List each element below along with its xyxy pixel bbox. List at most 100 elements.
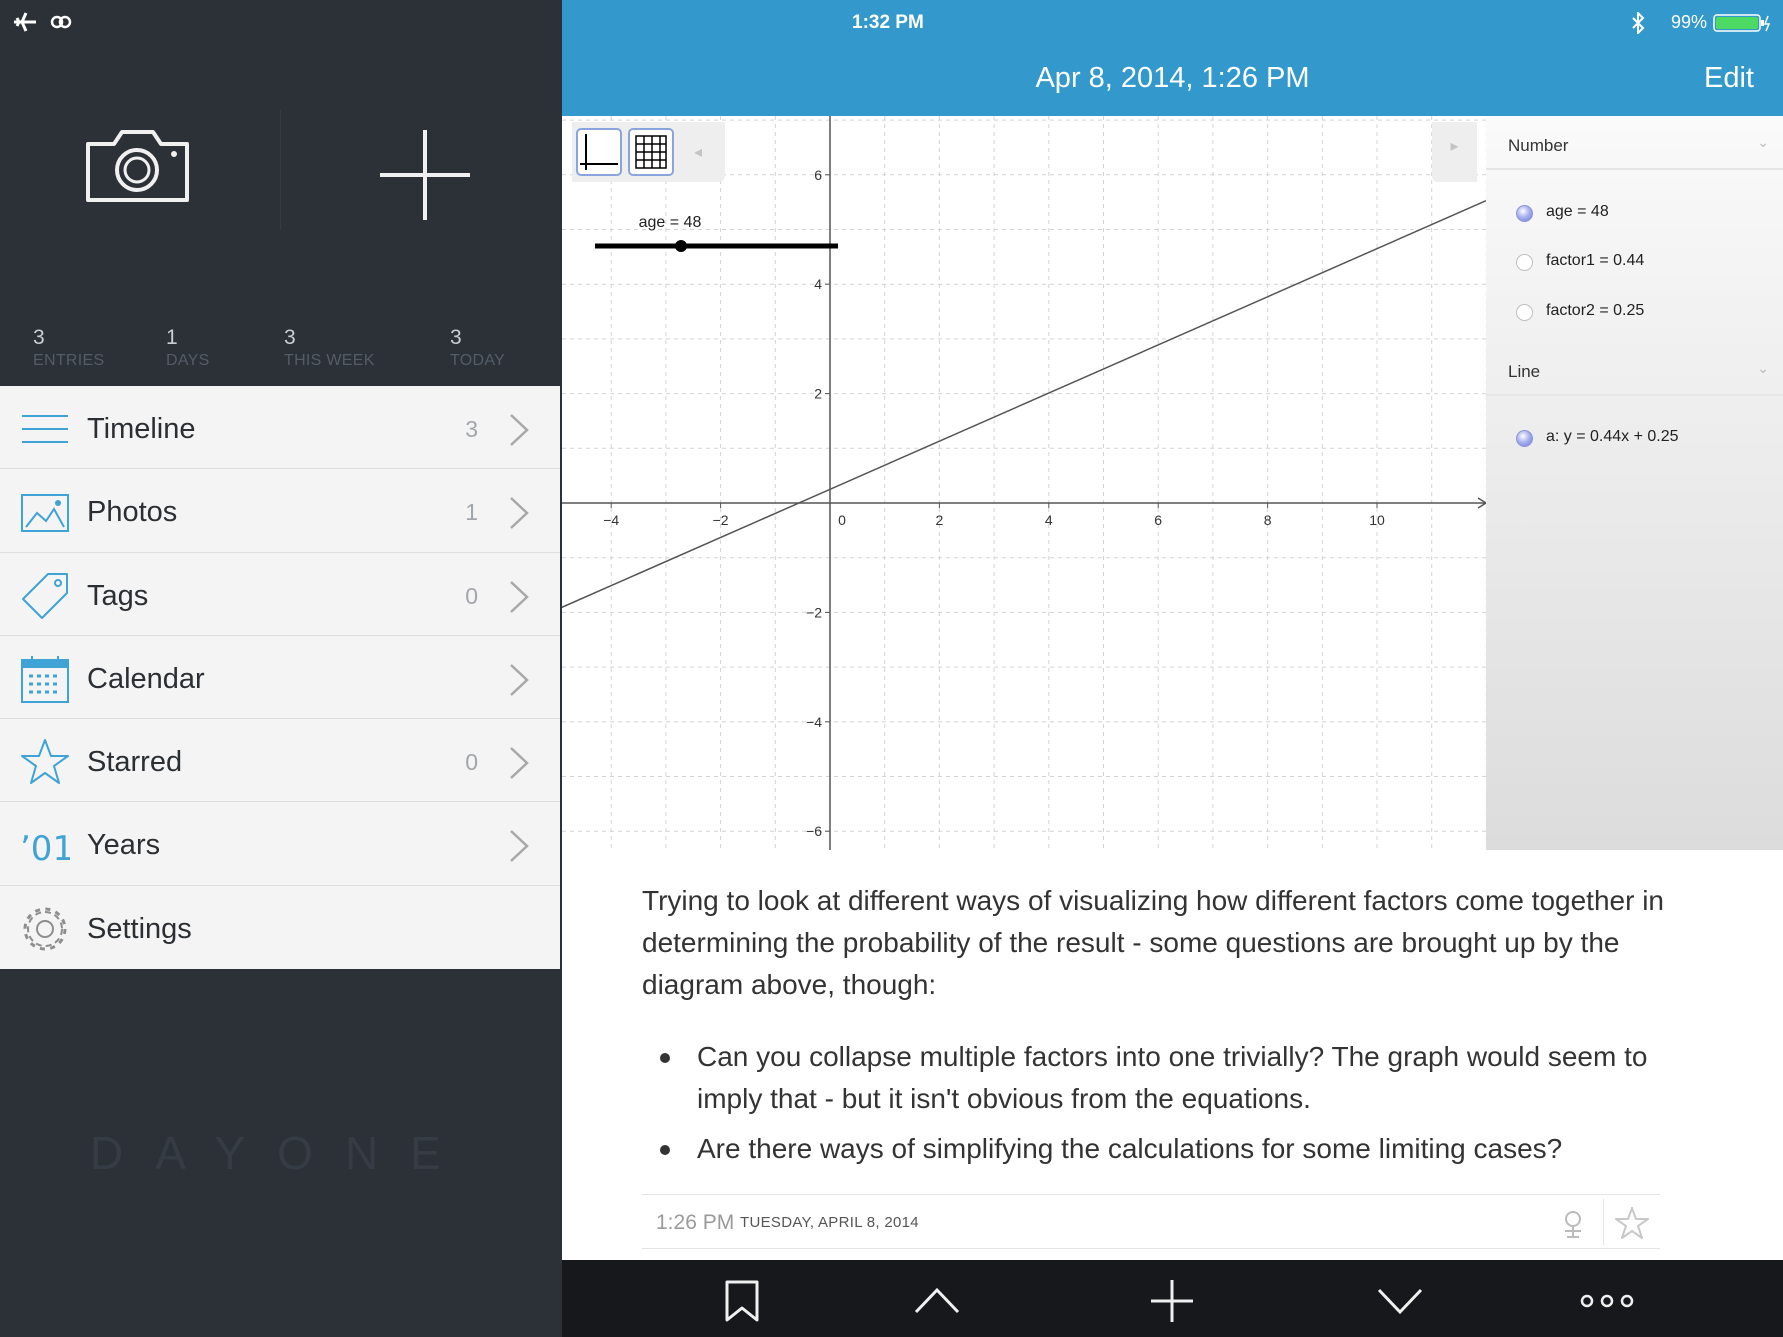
x-tick-label: 8: [1264, 512, 1272, 528]
star-icon: [21, 739, 69, 785]
sidebar-item-label: Settings: [87, 912, 192, 945]
link-icon: [50, 15, 72, 29]
grid-tool-icon: [635, 135, 667, 169]
sidebar-item-label: Starred: [87, 746, 183, 779]
stats-bar: 3 ENTRIES 1 DAYS 3 THIS WEEK 3 TODAY: [0, 320, 560, 380]
stat-value: 3: [450, 326, 462, 349]
collapse-toolbar-icon[interactable]: ◂: [694, 142, 702, 162]
chevron-right-icon: [510, 580, 529, 613]
previous-entry-icon[interactable]: [914, 1278, 960, 1324]
stat-this-week: 3 THIS WEEK: [284, 326, 375, 370]
stat-value: 3: [33, 326, 45, 349]
visibility-toggle[interactable]: [1516, 205, 1533, 222]
x-tick-label: −2: [713, 512, 729, 528]
slider[interactable]: age = 48: [595, 214, 838, 252]
y-tick-label: −6: [806, 823, 822, 839]
divider: [1603, 1199, 1604, 1245]
list-item-text: Are there ways of simplifying the calcul…: [697, 1133, 1563, 1164]
more-options-icon[interactable]: [1577, 1278, 1637, 1324]
sidebar-item-label: Photos: [87, 496, 178, 529]
slider-label: age = 48: [639, 214, 702, 231]
x-tick-label: 4: [1045, 512, 1053, 528]
bluetooth-icon: [1632, 12, 1645, 34]
battery-icon: [1713, 14, 1771, 32]
algebra-item-value: age = 48: [1546, 203, 1609, 220]
algebra-group-number[interactable]: Number ⌄: [1486, 116, 1783, 170]
grid-tool[interactable]: [628, 128, 674, 176]
graph-canvas[interactable]: −4 −2 0 2 4 6 8 10 −6 −4 −2 2 4 6 age = 48: [562, 116, 1486, 850]
list-item-text: Can you collapse multiple factors into o…: [697, 1041, 1648, 1114]
add-entry-icon[interactable]: [1149, 1278, 1195, 1324]
entry-view: 1:32 PM 99% Apr 8, 2014, 1:26 PM Edit −4…: [562, 0, 1783, 1337]
chevron-right-icon: [510, 830, 529, 863]
timeline-icon: [22, 415, 68, 443]
chevron-right-icon: [510, 663, 529, 696]
svg-text:’01: ’01: [20, 829, 70, 869]
sidebar-item-label: Years: [87, 829, 161, 862]
geogebra-applet[interactable]: −4 −2 0 2 4 6 8 10 −6 −4 −2 2 4 6 age = 48 ◂ ▸: [562, 116, 1783, 850]
algebra-item-value: a: y = 0.44x + 0.25: [1546, 428, 1679, 445]
sidebar-item-tags[interactable]: Tags 0: [0, 553, 560, 636]
algebra-view: Number ⌄ age = 48 factor1 = 0.44 factor2…: [1486, 116, 1783, 850]
chevron-down-icon: ⌄: [1757, 360, 1769, 376]
toggle-algebra-icon[interactable]: ▸: [1432, 122, 1477, 182]
gear-icon: [23, 907, 67, 951]
stat-value: 1: [166, 326, 178, 349]
y-tick-label: 2: [814, 386, 822, 402]
years-icon: ’01: [20, 829, 70, 869]
chevron-right-icon: [510, 414, 529, 446]
calendar-icon: [21, 655, 69, 703]
visibility-toggle[interactable]: [1516, 304, 1533, 321]
sidebar-menu: Timeline 3 Photos 1 Tags 0 Calendar Star…: [0, 386, 560, 970]
visibility-toggle[interactable]: [1516, 254, 1533, 271]
star-icon[interactable]: [1614, 1205, 1650, 1241]
y-tick-label: −4: [806, 714, 822, 730]
stat-value: 3: [284, 326, 296, 349]
x-tick-label: 2: [936, 512, 944, 528]
entry-bullet-list: Can you collapse multiple factors into o…: [642, 1036, 1692, 1178]
y-tick-label: 4: [814, 276, 822, 292]
x-tick-label: 10: [1369, 512, 1385, 528]
visibility-toggle[interactable]: [1516, 430, 1533, 447]
sidebar-item-settings[interactable]: Settings: [0, 886, 560, 969]
stat-label: TODAY: [450, 352, 506, 369]
next-entry-icon[interactable]: [1377, 1278, 1423, 1324]
sidebar-item-photos[interactable]: Photos 1: [0, 469, 560, 553]
sidebar-item-label: Calendar: [87, 662, 205, 695]
axes-tool-icon: [580, 134, 618, 170]
nav-bar: 1:32 PM 99% Apr 8, 2014, 1:26 PM Edit: [562, 0, 1783, 116]
camera-button[interactable]: [80, 120, 195, 210]
list-item: Can you collapse multiple factors into o…: [642, 1036, 1692, 1120]
edit-button[interactable]: Edit: [1704, 62, 1754, 95]
bottom-toolbar: [562, 1260, 1783, 1337]
sidebar-item-calendar[interactable]: Calendar: [0, 636, 560, 720]
sidebar-item-count: 1: [465, 499, 478, 526]
sidebar-item-label: Tags: [87, 579, 149, 612]
geogebra-toolbar: ◂: [572, 122, 725, 182]
sidebar-item-count: 0: [465, 749, 478, 776]
location-pin-icon[interactable]: [1556, 1207, 1590, 1241]
slider-knob[interactable]: [675, 240, 687, 252]
new-entry-button[interactable]: [375, 125, 475, 225]
series-lines: [562, 199, 1486, 609]
sidebar-item-timeline[interactable]: Timeline 3: [0, 386, 560, 470]
stat-today: 3 TODAY: [450, 326, 505, 370]
algebra-group-line[interactable]: Line ⌄: [1486, 342, 1783, 396]
dayone-logo: DAYONE: [90, 1127, 473, 1179]
entry-paragraph: Trying to look at different ways of visu…: [642, 885, 1664, 1000]
algebra-item-value: factor2 = 0.25: [1546, 302, 1645, 319]
sidebar-item-starred[interactable]: Starred 0: [0, 719, 560, 803]
sidebar-item-years[interactable]: ’01 Years: [0, 802, 560, 886]
sidebar-item-count: 0: [465, 582, 478, 609]
bookmark-icon[interactable]: [719, 1278, 765, 1324]
move-graphics-tool[interactable]: [576, 128, 622, 176]
series-line: [562, 199, 1486, 609]
y-tick-label: 6: [814, 167, 822, 183]
stat-days: 1 DAYS: [166, 326, 210, 370]
sidebar-item-label: Timeline: [87, 413, 196, 445]
stat-entries: 3 ENTRIES: [33, 326, 104, 370]
entry-date-title: Apr 8, 2014, 1:26 PM: [1035, 62, 1310, 94]
status-time: 1:32 PM: [852, 12, 924, 33]
stat-label: ENTRIES: [33, 352, 105, 369]
x-tick-label: 6: [1154, 512, 1162, 528]
